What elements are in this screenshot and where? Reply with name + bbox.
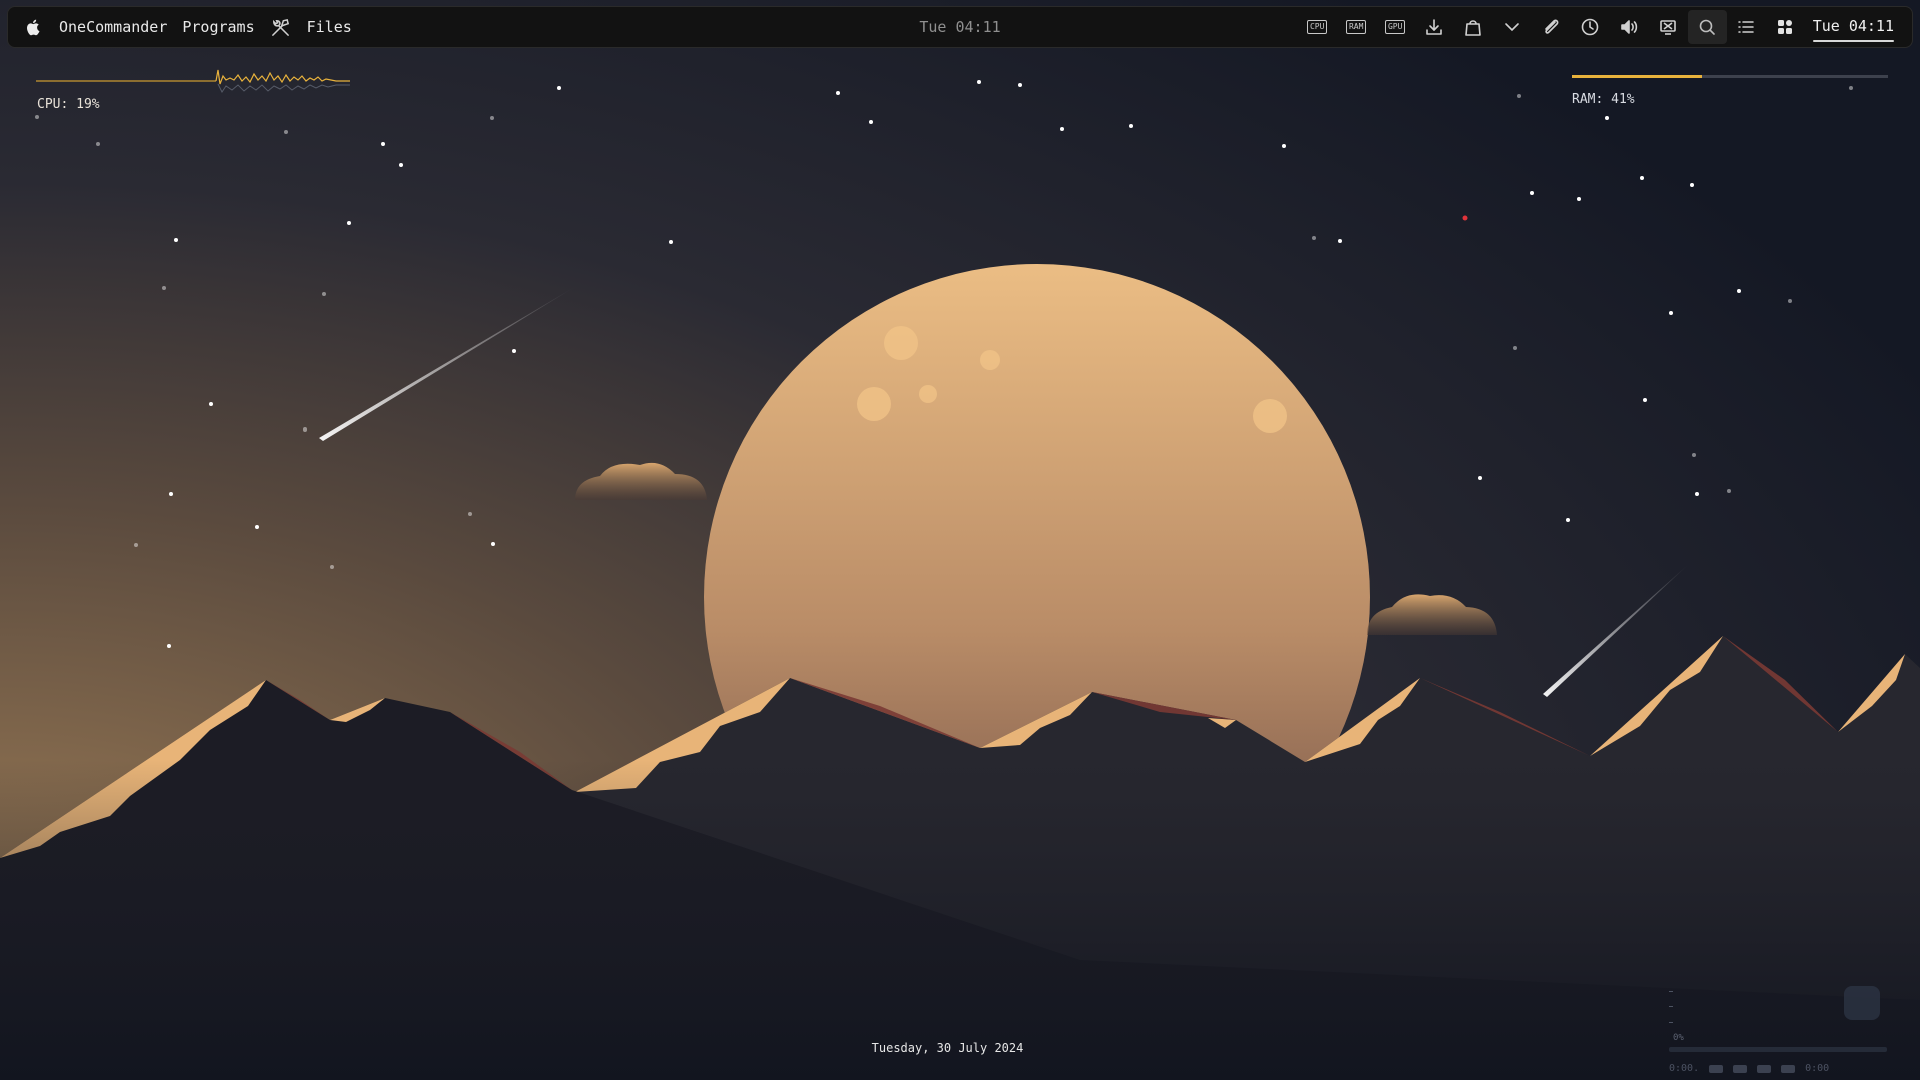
forward-icon[interactable] [1781, 1064, 1796, 1073]
gpu-monitor-icon[interactable]: GPU [1376, 7, 1415, 47]
rewind-icon[interactable] [1709, 1064, 1724, 1073]
menu-onecommander[interactable]: OneCommander [59, 18, 167, 36]
dock-tick [1669, 991, 1673, 992]
menu-programs[interactable]: Programs [182, 18, 254, 36]
ram-usage-label: RAM: 41% [1572, 92, 1635, 107]
chevron-down-icon[interactable] [1493, 7, 1532, 47]
cpu-monitor-icon[interactable]: CPU [1298, 7, 1337, 47]
date-label: Tuesday, 30 July 2024 [871, 1041, 1024, 1055]
dock-tick [1669, 1006, 1673, 1007]
widgets-icon[interactable] [1766, 7, 1805, 47]
desktop-wallpaper [0, 0, 1920, 1080]
stop-icon[interactable] [1757, 1064, 1772, 1073]
top-menubar: OneCommander Programs Files Tue 04:11 CP… [7, 6, 1913, 48]
search-icon[interactable] [1687, 10, 1727, 44]
media-time: 0:00. [1669, 1063, 1700, 1074]
ram-bar-fill [1572, 75, 1702, 78]
list-icon[interactable] [1727, 7, 1766, 47]
volume-icon[interactable] [1610, 7, 1649, 47]
center-clock[interactable]: Tue 04:11 [919, 18, 1000, 36]
mic-icon[interactable] [1733, 1064, 1748, 1073]
download-icon[interactable] [1415, 7, 1454, 47]
ram-monitor-icon[interactable]: RAM [1337, 7, 1376, 47]
media-controls: 0:00. 0:00 [1669, 1063, 1829, 1074]
tools-icon[interactable] [270, 16, 292, 38]
system-tray: CPU RAM GPU Tue 04:11 [1298, 7, 1912, 47]
dock-percent: 0% [1673, 1033, 1684, 1043]
dock-tick [1669, 1022, 1673, 1023]
dock-app-icon[interactable] [1844, 986, 1880, 1020]
apple-icon[interactable] [26, 17, 44, 37]
shopping-bag-icon[interactable] [1454, 7, 1493, 47]
menu-files[interactable]: Files [307, 18, 352, 36]
dock-progress-track[interactable] [1669, 1047, 1887, 1052]
cpu-usage-label: CPU: 19% [37, 97, 100, 112]
menubar-left: OneCommander Programs Files [26, 7, 367, 47]
right-clock[interactable]: Tue 04:11 [1812, 17, 1895, 42]
display-icon[interactable] [1649, 7, 1688, 47]
cpu-graph [36, 69, 350, 93]
paperclip-icon[interactable] [1532, 7, 1571, 47]
clock-icon[interactable] [1571, 7, 1610, 47]
media-time-end: 0:00 [1805, 1063, 1830, 1074]
